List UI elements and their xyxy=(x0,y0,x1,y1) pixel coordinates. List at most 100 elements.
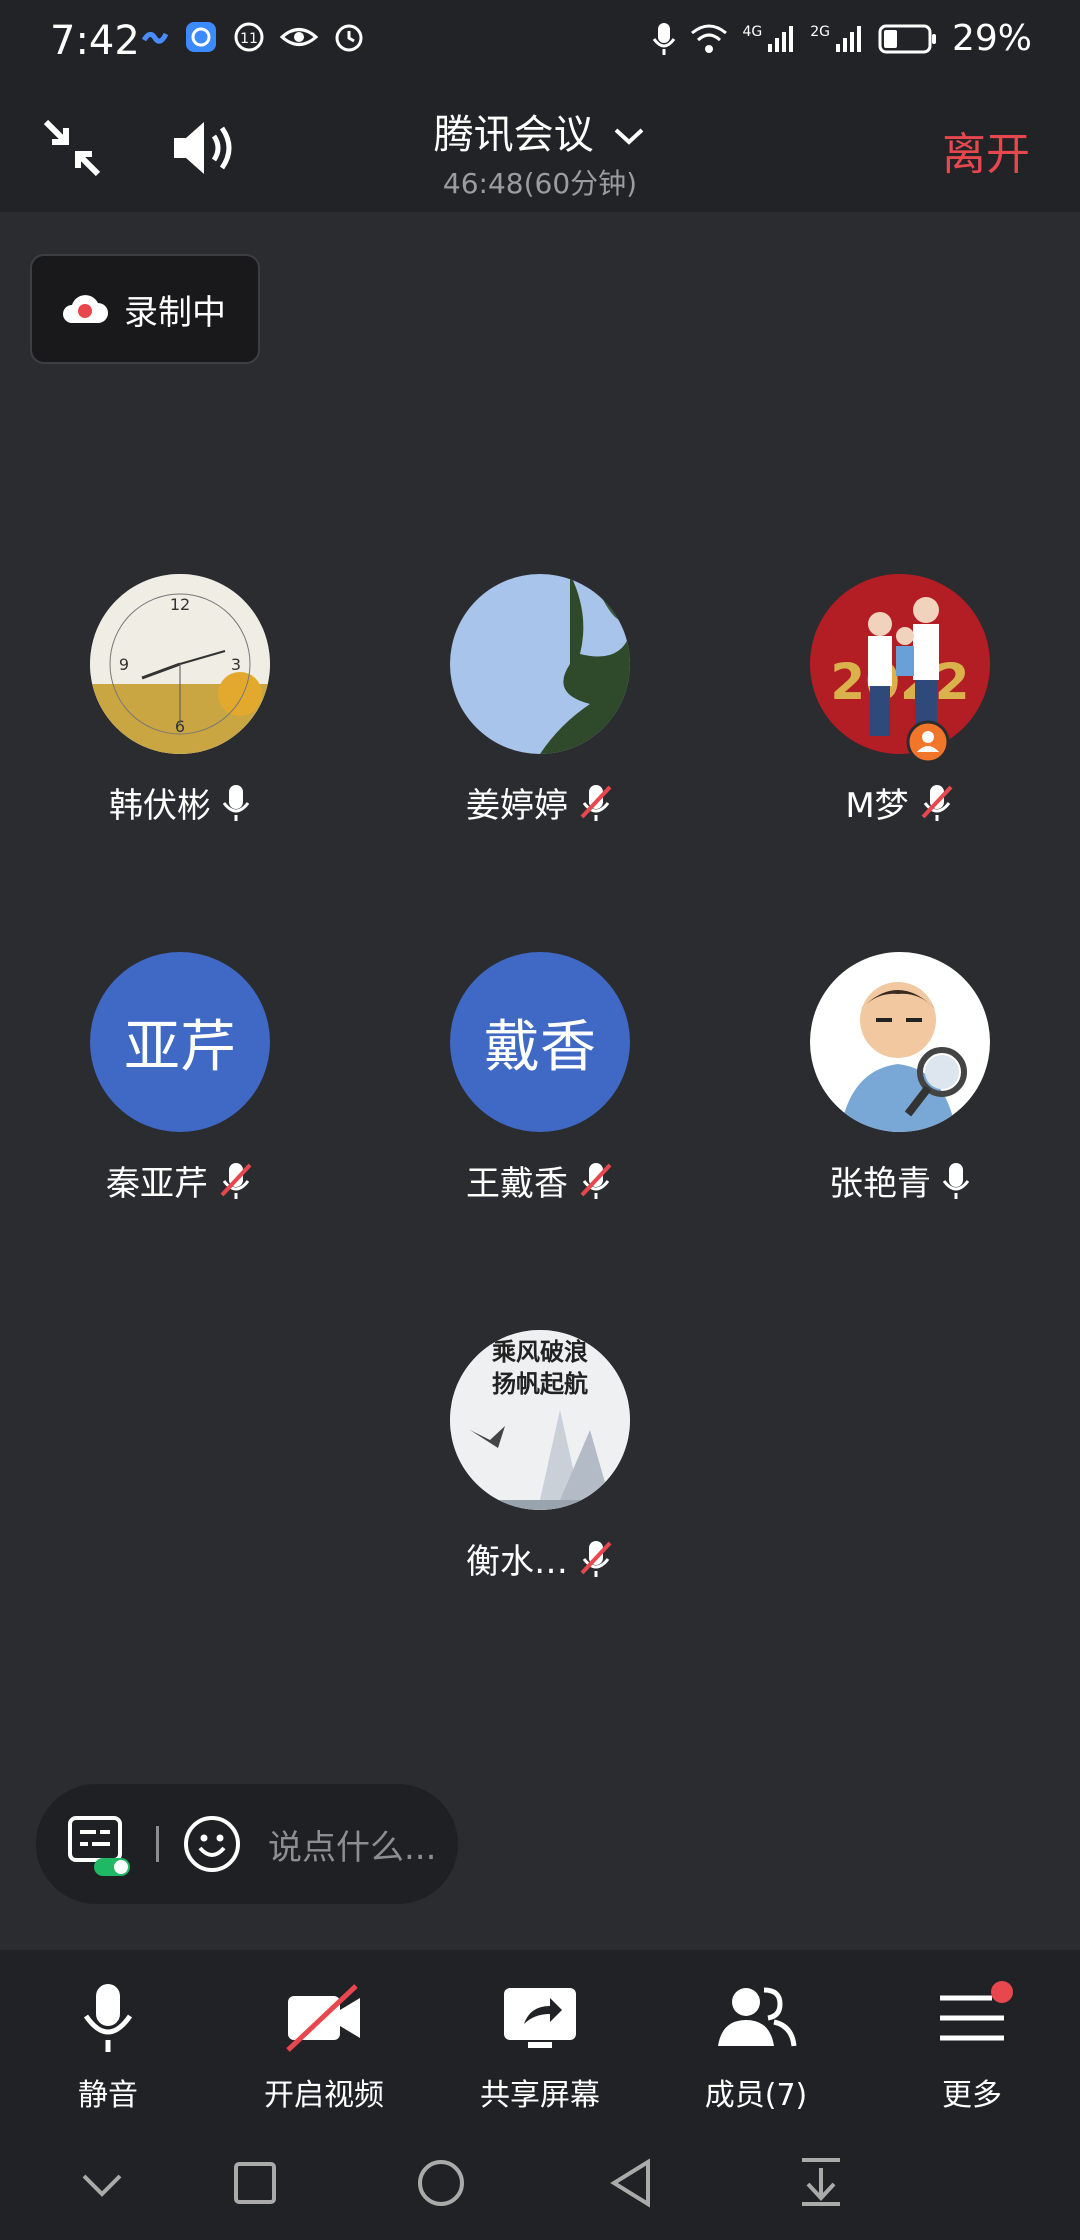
participant-tile[interactable]: 亚芹 秦亚芹 xyxy=(30,952,330,1205)
more-button[interactable]: 更多 xyxy=(872,1980,1072,2114)
participant-tile[interactable]: 2022 M梦 xyxy=(750,574,1050,827)
participant-name-row: M梦 xyxy=(750,778,1050,827)
participant-tile[interactable]: 12 3 6 9 韩伏彬 xyxy=(30,574,330,827)
participant-tile[interactable]: 戴香 王戴香 xyxy=(390,952,690,1205)
data-saver-icon: 11 xyxy=(234,22,264,52)
mute-label: 静音 xyxy=(78,2078,138,2113)
eye-icon xyxy=(280,28,318,46)
participant-name-row: 姜婷婷 xyxy=(390,778,690,827)
status-bar: 7:42 11 4G 2G 29% xyxy=(0,0,1080,84)
participant-name-row: 秦亚芹 xyxy=(30,1156,330,1205)
mic-on-icon xyxy=(942,1162,970,1199)
svg-text:3: 3 xyxy=(231,655,241,674)
participant-name: 韩伏彬 xyxy=(109,786,211,826)
status-icons-right: 4G 2G 29% xyxy=(652,18,1032,59)
avatar: 12 3 6 9 xyxy=(90,574,270,754)
meeting-toolbar: 静音 开启视频 共享屏幕 成员(7) 更多 xyxy=(0,1950,1080,2130)
battery-level: 29% xyxy=(951,18,1032,59)
participant-tile[interactable]: 张艳青 xyxy=(750,952,1050,1205)
participant-name-row: 衡水… xyxy=(390,1534,690,1583)
participant-name-row: 韩伏彬 xyxy=(30,778,330,827)
signal-icon-2 xyxy=(835,25,861,52)
mic-muted-icon xyxy=(580,1162,612,1199)
share-screen-icon xyxy=(504,1988,576,2048)
emoji-icon[interactable] xyxy=(182,1814,242,1874)
clock-avatar-image: 12 3 6 9 xyxy=(90,574,270,754)
members-label: 成员(7) xyxy=(704,2078,808,2113)
avatar xyxy=(450,574,630,754)
cartoon-man-avatar-image xyxy=(810,952,990,1132)
sailing-avatar-image: 乘风破浪 扬帆起航 xyxy=(450,1330,630,1510)
participant-tile[interactable]: 姜婷婷 xyxy=(390,574,690,827)
svg-text:12: 12 xyxy=(170,595,190,614)
video-button[interactable]: 开启视频 xyxy=(224,1980,424,2114)
avatar: 乘风破浪 扬帆起航 xyxy=(450,1330,630,1510)
status-time: 7:42 xyxy=(50,18,140,64)
network-2g-label: 2G xyxy=(810,23,830,40)
nav-recents-icon[interactable] xyxy=(232,2160,278,2206)
svg-text:11: 11 xyxy=(240,31,258,47)
participant-tile[interactable]: 乘风破浪 扬帆起航 衡水… xyxy=(390,1330,690,1583)
signal-icon xyxy=(768,25,794,52)
avatar-caption-line-1: 乘风破浪 xyxy=(491,1338,588,1366)
recording-label: 录制中 xyxy=(124,292,226,333)
share-screen-label: 共享屏幕 xyxy=(480,2078,600,2113)
participant-name: 衡水… xyxy=(466,1542,568,1582)
participant-name-row: 王戴香 xyxy=(390,1156,690,1205)
participant-name: 王戴香 xyxy=(466,1164,568,1204)
mute-button[interactable]: 静音 xyxy=(8,1980,208,2114)
members-icon xyxy=(718,1987,797,2047)
mic-muted-icon xyxy=(580,784,612,821)
wifi-icon xyxy=(691,24,728,53)
video-off-icon xyxy=(286,1984,360,2052)
nav-home-icon[interactable] xyxy=(416,2158,466,2208)
alarm-icon xyxy=(335,24,363,52)
avatar: 2022 xyxy=(810,574,990,764)
participant-name: 张艳青 xyxy=(829,1164,931,1204)
meeting-timer: 46:48(60分钟) xyxy=(442,167,638,200)
avatar-initials: 亚芹 xyxy=(90,952,270,1132)
meeting-title[interactable]: 腾讯会议 xyxy=(0,102,1080,160)
participant-name: M梦 xyxy=(845,786,909,826)
chevron-down-icon xyxy=(615,128,644,145)
recording-badge[interactable]: 录制中 xyxy=(30,254,260,364)
video-label: 开启视频 xyxy=(264,2078,384,2113)
meeting-title-text: 腾讯会议 xyxy=(433,112,594,158)
host-badge-icon xyxy=(906,720,950,764)
mic-muted-icon xyxy=(580,1540,612,1577)
family-avatar-image: 2022 xyxy=(810,574,990,754)
members-button[interactable]: 成员(7) xyxy=(656,1980,856,2114)
app-notification-icon xyxy=(141,32,169,44)
avatar-initials: 戴香 xyxy=(450,952,630,1132)
mic-muted-icon xyxy=(220,1162,252,1199)
participant-name: 秦亚芹 xyxy=(106,1164,208,1204)
mic-status-icon xyxy=(653,22,676,55)
meeting-header: 腾讯会议 46:48(60分钟) 离开 xyxy=(0,84,1080,212)
divider xyxy=(156,1826,159,1862)
nav-back-icon[interactable] xyxy=(608,2158,654,2208)
chat-placeholder: 说点什么... xyxy=(268,1828,437,1868)
system-nav-bar xyxy=(0,2130,1080,2240)
share-screen-button[interactable]: 共享屏幕 xyxy=(440,1980,640,2114)
mic-on-icon xyxy=(222,784,250,821)
svg-text:9: 9 xyxy=(119,655,129,674)
chat-input-bar[interactable]: 说点什么... xyxy=(36,1784,458,1904)
captions-toggle-icon[interactable] xyxy=(66,1814,136,1878)
mic-muted-icon xyxy=(921,784,953,821)
battery-icon xyxy=(878,24,936,53)
avatar-caption-line-2: 扬帆起航 xyxy=(492,1370,588,1398)
leave-button[interactable]: 离开 xyxy=(942,118,1030,182)
participant-name: 姜婷婷 xyxy=(466,786,568,826)
cloud-record-icon xyxy=(63,295,108,323)
nav-notification-pull-icon[interactable] xyxy=(796,2154,846,2208)
sky-tree-avatar-image xyxy=(450,574,630,754)
mic-icon xyxy=(83,1984,133,2052)
nav-collapse-icon[interactable] xyxy=(80,2170,124,2200)
more-label: 更多 xyxy=(942,2078,1002,2113)
network-4g-label: 4G xyxy=(742,23,763,40)
participant-name-row: 张艳青 xyxy=(750,1156,1050,1205)
more-menu-icon xyxy=(940,1981,1013,2041)
browser-icon xyxy=(186,22,216,52)
avatar xyxy=(810,952,990,1132)
status-icons-left: 11 xyxy=(140,20,366,54)
